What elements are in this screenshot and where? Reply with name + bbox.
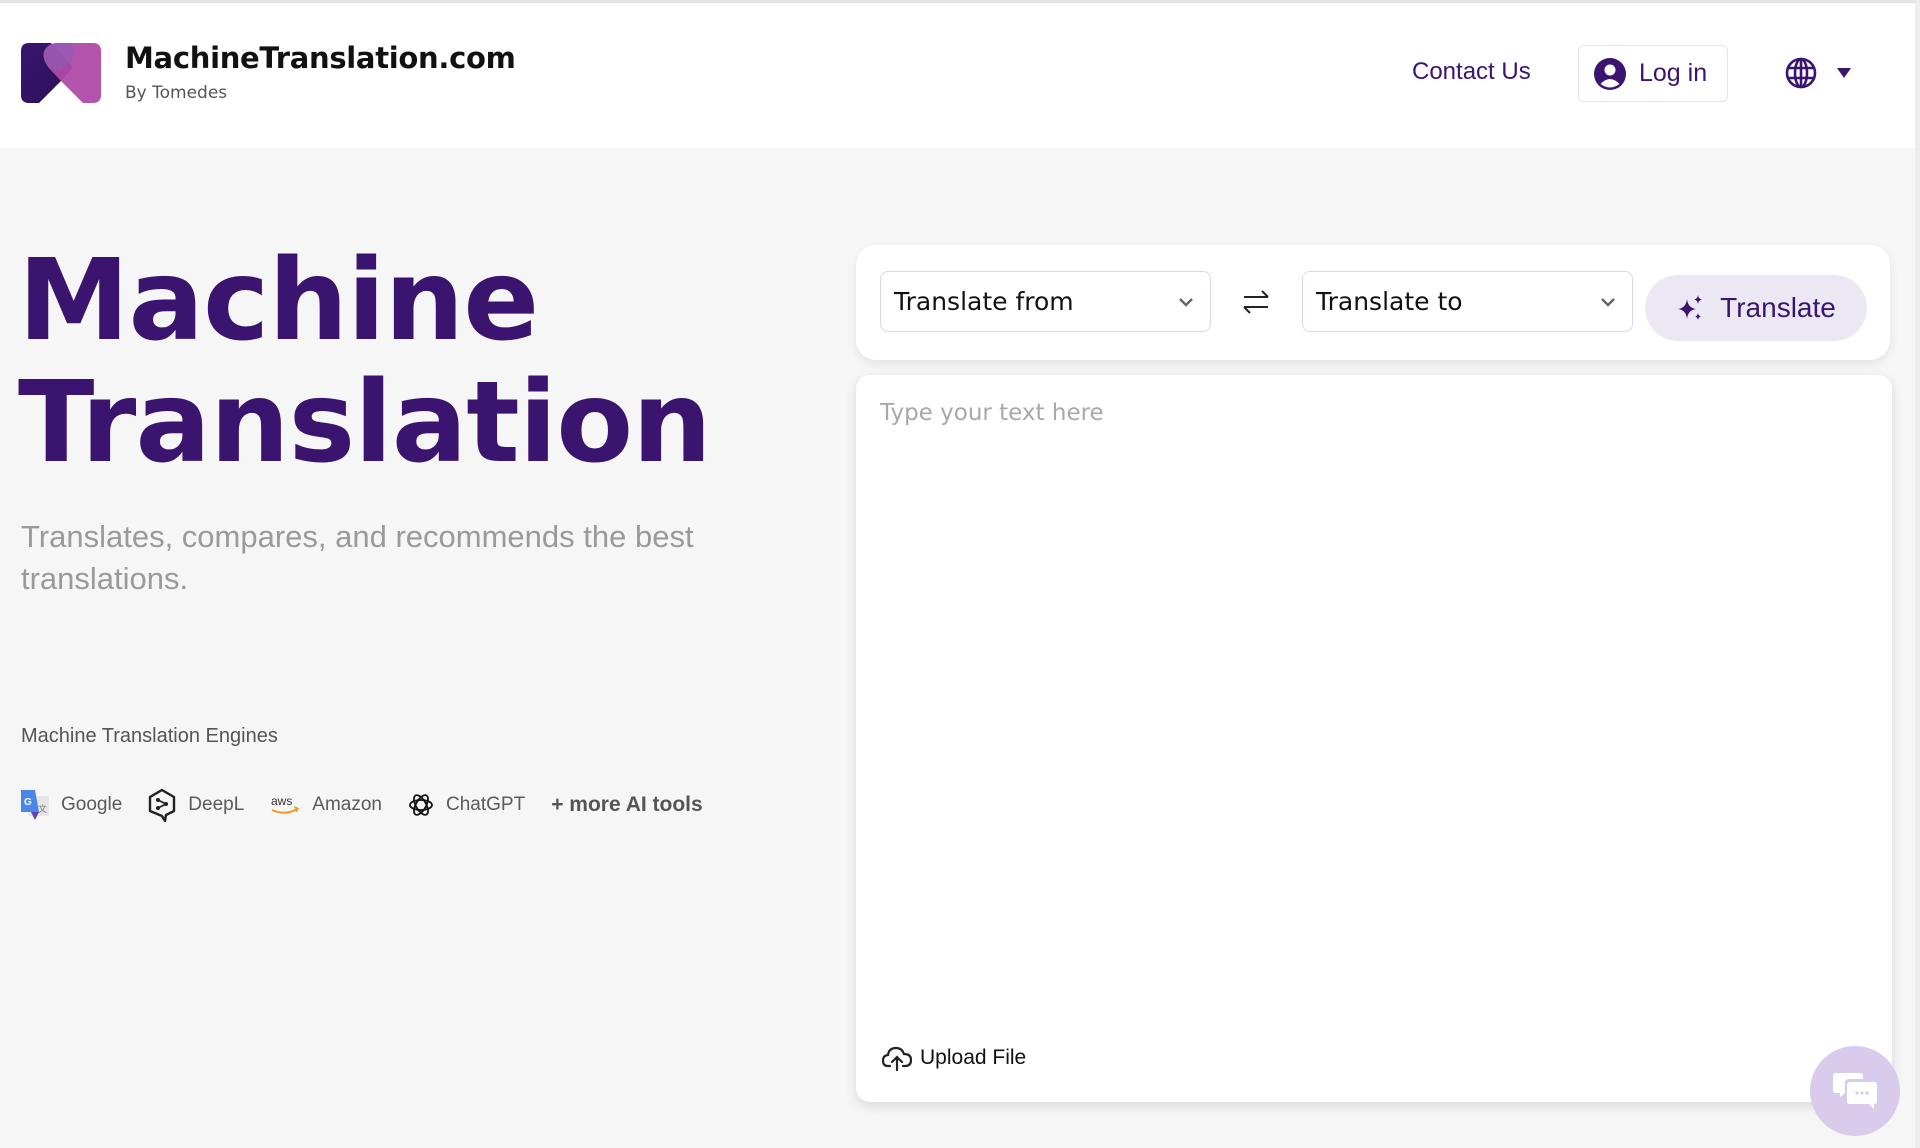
login-label: Log in [1639,59,1708,87]
machinetranslation-logo[interactable] [21,43,101,105]
svg-text:G: G [24,797,32,808]
swap-arrows-icon [1243,290,1269,314]
translate-from-select[interactable]: Translate from [880,271,1211,332]
brand-subtitle: By Tomedes [125,83,228,103]
aws-icon: aws [271,794,300,814]
svg-text:aws: aws [271,794,292,808]
scrollbar-track[interactable] [1915,0,1920,1148]
source-text-panel: Upload File [856,375,1892,1102]
openai-icon [409,794,433,816]
engine-chatgpt: ChatGPT [408,792,525,818]
contact-us-link[interactable]: Contact Us [1412,58,1531,86]
swap-languages-button[interactable] [1236,283,1276,321]
hero-title: Machine Translation [18,240,712,484]
engine-google: G 文 Google [21,790,122,820]
svg-text:文: 文 [38,803,47,815]
hero-subtitle: Translates, compares, and recommends the… [21,519,694,596]
caret-down-icon [1837,68,1851,78]
hero-title-line2: Translation [18,358,712,488]
chat-bubbles-icon [1833,1073,1877,1109]
sparkles-icon [1678,295,1703,320]
source-text-input[interactable] [880,400,1870,1000]
cloud-upload-icon [882,1046,912,1071]
upload-file-button[interactable]: Upload File [882,1045,1026,1071]
engine-name: Amazon [312,794,382,815]
deepl-icon [149,788,176,822]
google-translate-icon: G 文 [21,790,49,820]
engine-amazon: aws Amazon [270,793,382,817]
chevron-down-icon [1179,297,1193,307]
language-selector[interactable] [1785,57,1851,89]
translate-to-label: Translate to [1316,287,1463,316]
chevron-down-icon [1601,297,1615,307]
chat-widget-button[interactable] [1810,1046,1900,1136]
engine-name: Google [61,794,123,815]
translate-from-label: Translate from [894,287,1074,316]
engines-list: G 文 Google DeepL aws Amazon ChatGPT + mo… [21,788,703,822]
translate-label: Translate [1720,292,1836,323]
translate-to-select[interactable]: Translate to [1302,271,1633,332]
translate-button[interactable]: Translate [1645,275,1867,341]
login-button[interactable]: Log in [1578,45,1728,102]
engines-label: Machine Translation Engines [21,725,278,747]
engine-deepl: DeepL [148,788,244,822]
globe-icon [1785,57,1817,89]
hero-title-line1: Machine [18,236,539,366]
language-toolbar: Translate from Translate to Translate [856,245,1890,360]
engine-name: ChatGPT [445,794,526,815]
user-icon [1594,57,1626,90]
engine-name: DeepL [188,794,245,815]
upload-file-label: Upload File [920,1046,1027,1069]
more-ai-tools-link[interactable]: + more AI tools [551,793,703,817]
brand-name[interactable]: MachineTranslation.com [125,41,516,75]
site-header: MachineTranslation.com By Tomedes Contac… [0,3,1915,148]
